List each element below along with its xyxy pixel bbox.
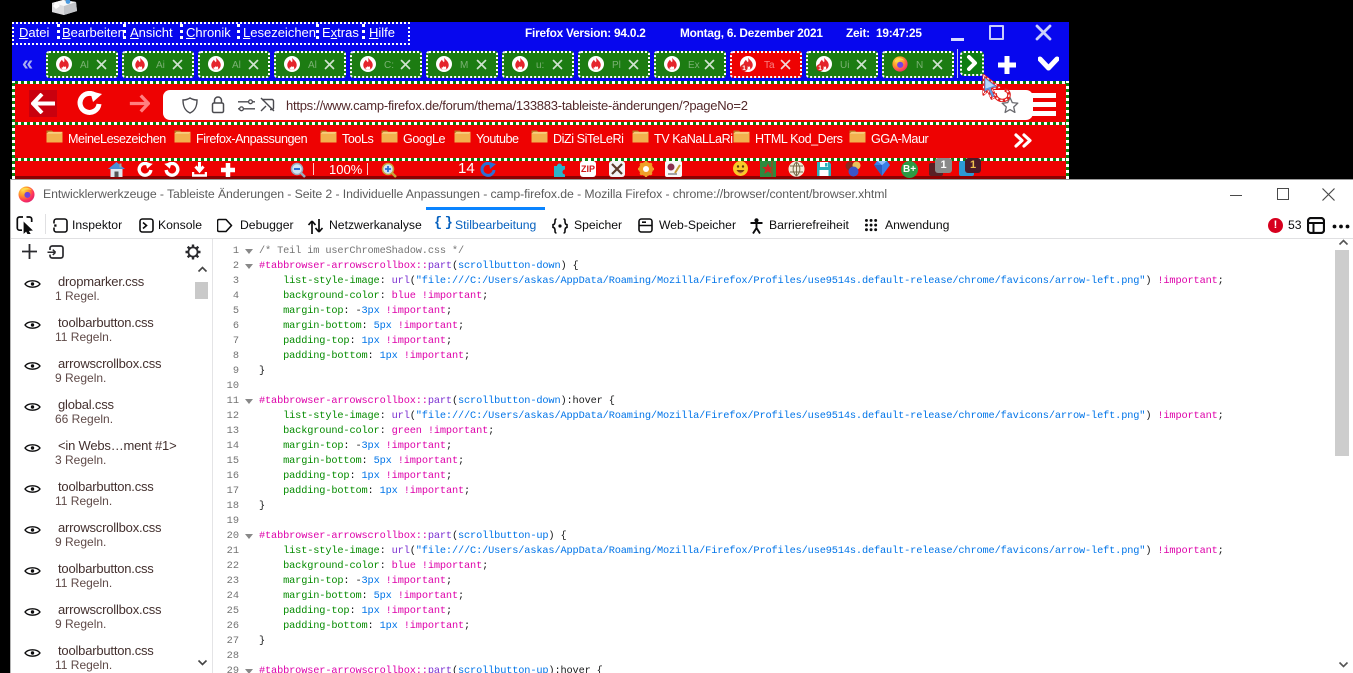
svg-text:1: 1 — [742, 65, 746, 72]
svg-text:1: 1 — [818, 65, 822, 72]
